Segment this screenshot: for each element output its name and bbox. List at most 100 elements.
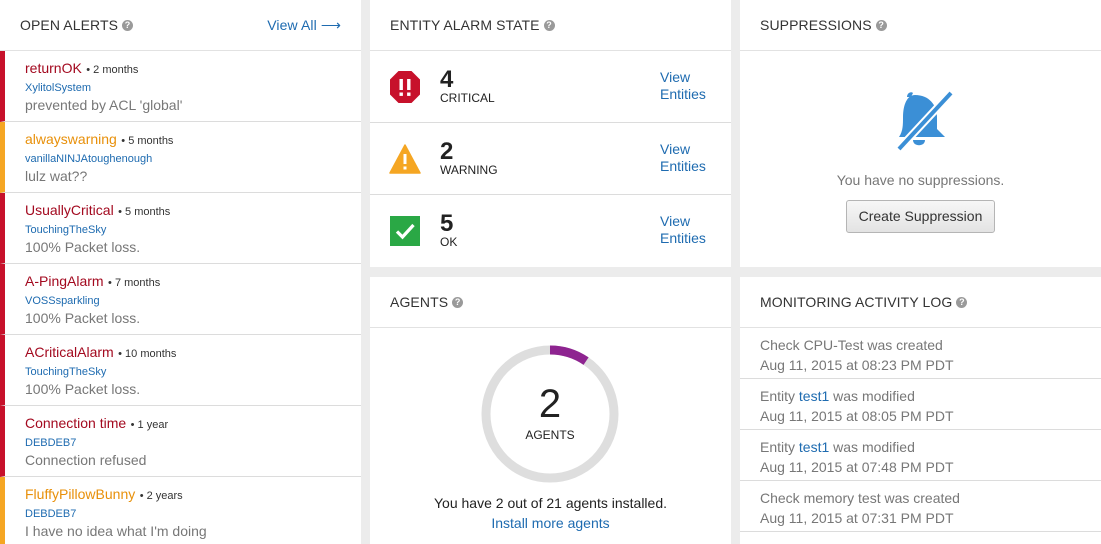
alerts-list: returnOK • 2 months XylitolSystem preven…: [0, 51, 361, 544]
suppressions-title: SUPPRESSIONS: [760, 17, 872, 33]
log-entity-link[interactable]: test1: [799, 439, 829, 455]
alert-row[interactable]: Connection time • 1 year DEBDEB7 Connect…: [0, 406, 361, 477]
alert-row[interactable]: A-PingAlarm • 7 months VOSSsparkling 100…: [0, 264, 361, 335]
warning-triangle-icon: [389, 142, 421, 176]
alert-name-link[interactable]: returnOK: [25, 60, 82, 76]
alert-entity-link[interactable]: XylitolSystem: [25, 82, 361, 94]
log-text: was modified: [829, 439, 915, 455]
open-alerts-header: OPEN ALERTS ? View All ⟶: [0, 0, 361, 51]
entity-alarm-state-header: ENTITY ALARM STATE ?: [370, 0, 731, 51]
open-alerts-panel: OPEN ALERTS ? View All ⟶ returnOK • 2 mo…: [0, 0, 361, 544]
log-item: Check CPU-Test was created Aug 11, 2015 …: [740, 328, 1101, 379]
view-critical-entities-link[interactable]: View Entities: [660, 69, 720, 103]
log-text: Check CPU-Test was created: [760, 337, 943, 353]
alert-name-link[interactable]: A-PingAlarm: [25, 273, 104, 289]
link-line: Entities: [660, 158, 706, 174]
alert-entity-link[interactable]: DEBDEB7: [25, 508, 361, 520]
ok-count-label: OK: [440, 235, 458, 249]
agents-gauge: 2 AGENTS: [481, 345, 619, 483]
arrow-right-icon: ⟶: [320, 16, 341, 33]
suppressions-header: SUPPRESSIONS ?: [740, 0, 1101, 51]
agents-body: 2 AGENTS: [370, 328, 731, 544]
alarm-row-critical: 4 CRITICAL View Entities: [370, 51, 731, 123]
alert-message: lulz wat??: [25, 168, 88, 184]
ok-check-icon: [389, 214, 421, 248]
critical-octagon-icon: [389, 70, 421, 104]
warning-count-label: WARNING: [440, 162, 498, 177]
alert-age: • 7 months: [108, 277, 161, 289]
alert-message: I have no idea what I'm doing: [25, 523, 207, 539]
log-timestamp: Aug 11, 2015 at 07:48 PM PDT: [760, 459, 954, 475]
alert-entity-link[interactable]: vanillaNINJAtoughenough: [25, 153, 361, 165]
log-text: Check memory test was created: [760, 490, 960, 506]
alert-row[interactable]: FluffyPillowBunny • 2 years DEBDEB7 I ha…: [0, 477, 361, 544]
help-icon[interactable]: ?: [122, 19, 134, 31]
alert-message: 100% Packet loss.: [25, 239, 141, 255]
log-text: was modified: [829, 388, 915, 404]
agents-header: AGENTS ?: [370, 277, 731, 328]
link-line: Entities: [660, 86, 706, 102]
suppressions-panel: SUPPRESSIONS ? You have no suppressions.…: [740, 0, 1101, 267]
gauge-progress-arc: [549, 345, 589, 365]
log-item: Check memory test was created Aug 11, 20…: [740, 481, 1101, 532]
log-entity-link[interactable]: test1: [799, 388, 829, 404]
warning-count: 2 WARNING: [440, 137, 498, 177]
alert-age: • 2 months: [86, 64, 139, 76]
alert-row[interactable]: returnOK • 2 months XylitolSystem preven…: [0, 51, 361, 122]
entity-alarm-state-title: ENTITY ALARM STATE: [390, 17, 540, 33]
view-all-alerts-link[interactable]: View All ⟶: [267, 17, 341, 34]
agents-unit: AGENTS: [525, 428, 574, 442]
link-line: Entities: [660, 230, 706, 246]
link-line: View: [660, 141, 691, 157]
log-text: Entity: [760, 439, 799, 455]
critical-count-number: 4: [440, 65, 454, 93]
agents-title: AGENTS: [390, 294, 449, 310]
alert-name-link[interactable]: alwayswarning: [25, 131, 117, 147]
activity-log-header: MONITORING ACTIVITY LOG ?: [740, 277, 1101, 328]
link-line: View: [660, 213, 691, 229]
install-more-agents-link[interactable]: Install more agents: [370, 515, 731, 531]
view-ok-entities-link[interactable]: View Entities: [660, 213, 720, 247]
alert-age: • 2 years: [139, 490, 183, 502]
view-all-label: View All: [267, 16, 317, 33]
create-suppression-button[interactable]: Create Suppression: [845, 200, 996, 233]
help-icon[interactable]: ?: [956, 296, 968, 308]
no-suppressions-message: You have no suppressions.: [836, 172, 1005, 188]
help-icon[interactable]: ?: [452, 296, 464, 308]
alert-name-link[interactable]: UsuallyCritical: [25, 202, 114, 218]
log-item: Entity test1 was modified Aug 11, 2015 a…: [740, 379, 1101, 430]
alert-entity-link[interactable]: VOSSsparkling: [25, 295, 361, 307]
log-text: Entity: [760, 388, 799, 404]
agents-count: 2: [539, 382, 561, 426]
ok-count-number: 5: [440, 210, 454, 237]
alert-name-link[interactable]: Connection time: [25, 415, 126, 431]
alert-message: 100% Packet loss.: [25, 381, 141, 397]
link-line: View: [660, 69, 691, 85]
open-alerts-title: OPEN ALERTS: [20, 17, 119, 33]
warning-count-number: 2: [440, 137, 454, 165]
alarm-row-warning: 2 WARNING View Entities: [370, 123, 731, 195]
help-icon[interactable]: ?: [543, 19, 555, 31]
alert-row[interactable]: UsuallyCritical • 5 months TouchingTheSk…: [0, 193, 361, 264]
log-item: Entity test1 was modified Aug 11, 2015 a…: [740, 430, 1101, 481]
log-timestamp: Aug 11, 2015 at 08:05 PM PDT: [760, 408, 954, 424]
alert-entity-link[interactable]: DEBDEB7: [25, 437, 361, 449]
alert-age: • 10 months: [118, 348, 177, 360]
alert-name-link[interactable]: ACriticalAlarm: [25, 344, 114, 360]
entity-alarm-state-panel: ENTITY ALARM STATE ? 4 CRITICAL View Ent…: [370, 0, 731, 267]
suppressions-body: You have no suppressions. Create Suppres…: [740, 51, 1101, 233]
bell-slash-icon: [885, 89, 957, 158]
alert-name-link[interactable]: FluffyPillowBunny: [25, 486, 135, 502]
alert-entity-link[interactable]: TouchingTheSky: [25, 224, 361, 236]
alert-message: Connection refused: [25, 452, 147, 468]
alert-row[interactable]: alwayswarning • 5 months vanillaNINJAtou…: [0, 122, 361, 193]
alert-age: • 5 months: [118, 206, 171, 218]
alert-entity-link[interactable]: TouchingTheSky: [25, 366, 361, 378]
help-icon[interactable]: ?: [875, 19, 887, 31]
critical-count-label: CRITICAL: [440, 90, 495, 105]
alert-row[interactable]: ACriticalAlarm • 10 months TouchingTheSk…: [0, 335, 361, 406]
view-warning-entities-link[interactable]: View Entities: [660, 141, 720, 175]
agents-summary: You have 2 out of 21 agents installed.: [434, 495, 667, 511]
agents-panel: AGENTS ? 2 AGENTS You have 2 out of 21 a…: [370, 277, 731, 544]
activity-log-title: MONITORING ACTIVITY LOG: [760, 294, 953, 310]
